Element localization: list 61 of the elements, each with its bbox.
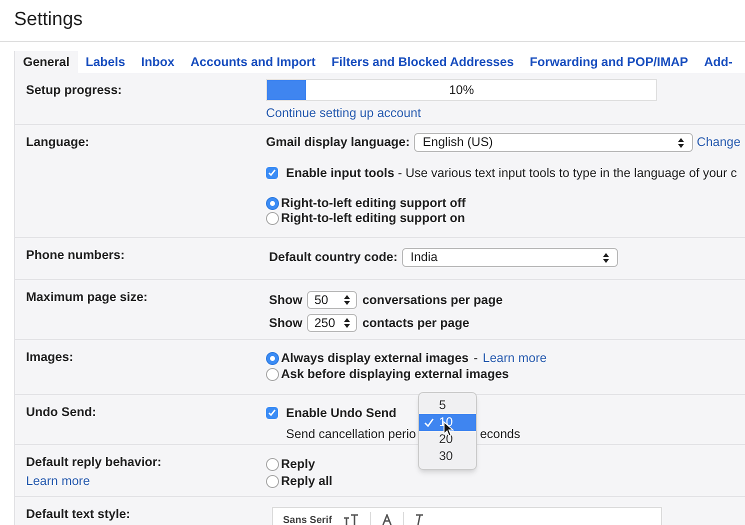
settings-tab[interactable]: Accounts and Import	[182, 51, 324, 73]
setting-label: Default reply behavior:	[26, 454, 162, 471]
field-label: Show	[269, 314, 302, 332]
field-label: contacts per page	[362, 314, 470, 332]
input-tools-text: Enable input tools - Use various text input tools to type in the language of your c	[286, 165, 737, 182]
separator-text: -	[474, 350, 478, 367]
text-size-icon	[342, 514, 360, 525]
radio-label: Reply all	[281, 473, 332, 490]
country-select[interactable]: India	[402, 248, 618, 267]
updown-arrows-icon	[678, 138, 684, 148]
dropdown-option[interactable]: 30	[418, 448, 476, 465]
radio-label: Right-to-left editing support off	[281, 194, 466, 212]
page-size-select[interactable]: 250	[307, 314, 358, 332]
setting-label: Undo Send:	[26, 404, 98, 421]
setting-label: Images:	[26, 349, 74, 366]
radio-button[interactable]	[266, 352, 279, 364]
period-text: econds	[480, 426, 520, 443]
updown-arrows-icon	[344, 295, 350, 306]
dropdown-option[interactable]: 5	[418, 396, 476, 414]
updown-arrows-icon	[602, 252, 608, 262]
settings-tab[interactable]: Add-	[696, 51, 741, 73]
progress-reading: 10%	[448, 82, 474, 99]
settings-tab[interactable]: General	[15, 51, 78, 73]
radio-button[interactable]	[266, 458, 279, 471]
radio-button[interactable]	[266, 196, 279, 210]
radio-label: Right-to-left editing support on	[281, 210, 465, 227]
radio-label: Reply	[281, 456, 316, 474]
checkbox-label: Enable Undo Send	[286, 405, 396, 422]
settings-tab[interactable]: Forwarding and POP/IMAP	[522, 51, 696, 73]
settings-tab[interactable]: Filters and Blocked Addresses	[324, 51, 522, 73]
radio-button[interactable]	[266, 475, 279, 488]
checkbox[interactable]	[266, 167, 278, 180]
period-text: Send cancellation perio	[286, 426, 416, 443]
radio-label: Always display external images	[281, 350, 469, 367]
page-title: Settings	[14, 8, 83, 32]
setup-link[interactable]: Continue setting up account	[266, 104, 421, 123]
field-label: Gmail display language:	[266, 134, 410, 152]
radio-button[interactable]	[266, 368, 279, 380]
setting-label: Maximum page size:	[26, 289, 149, 306]
setting-label: Setup progress:	[26, 82, 123, 99]
settings-tab[interactable]: Inbox	[133, 51, 183, 73]
settings-tab[interactable]: Labels	[78, 51, 134, 73]
field-label: Default country code:	[269, 249, 398, 266]
change-link[interactable]: Change	[696, 133, 741, 152]
radio-button[interactable]	[266, 212, 279, 225]
page-size-select[interactable]: 50	[307, 291, 358, 310]
language-select[interactable]: English (US)	[414, 133, 693, 152]
clear-formatting-icon	[414, 514, 424, 525]
field-label: Show	[269, 292, 302, 309]
checkbox[interactable]	[266, 407, 278, 420]
text-color-icon	[380, 514, 393, 525]
font-select[interactable]: Sans Serif	[283, 512, 332, 525]
learn-more-link[interactable]: Learn more	[482, 348, 547, 368]
setting-label: Default text style:	[26, 506, 132, 523]
learn-more-link[interactable]: Learn more	[26, 472, 90, 490]
setting-label: Phone numbers:	[26, 247, 126, 264]
updown-arrows-icon	[344, 318, 350, 328]
setting-label: Language:	[26, 134, 90, 151]
check-icon	[424, 418, 434, 427]
radio-label: Ask before displaying external images	[281, 366, 509, 383]
field-label: conversations per page	[362, 292, 503, 309]
